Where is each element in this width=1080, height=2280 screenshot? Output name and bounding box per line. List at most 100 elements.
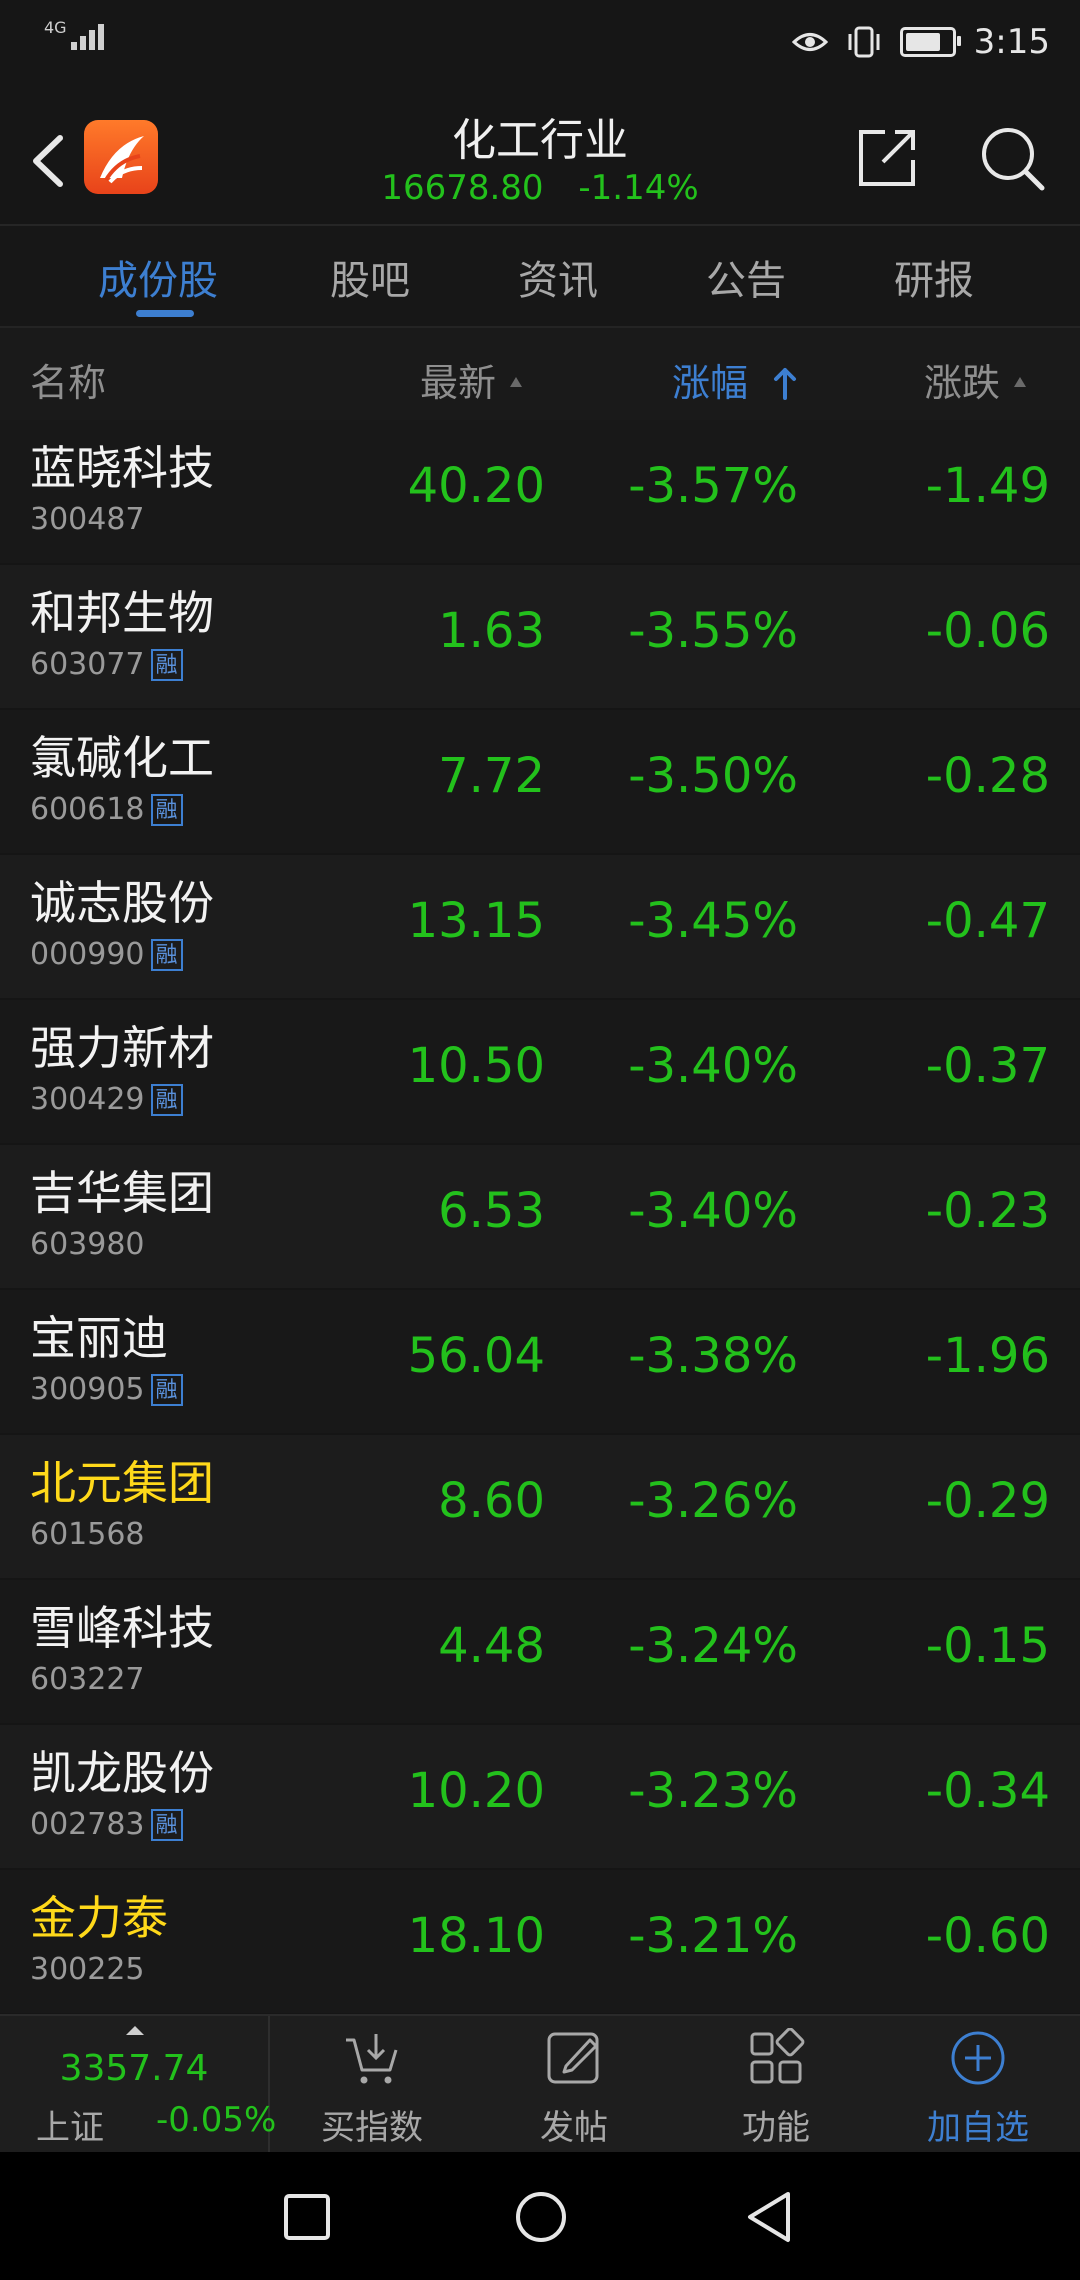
sector-index-value: 16678.80: [381, 168, 544, 208]
market-index-value: 3357.74: [59, 2048, 209, 2089]
latest-price: 18.10: [407, 1908, 545, 1964]
stock-name: 宝丽迪: [30, 1311, 168, 1365]
stock-name: 北元集团: [30, 1456, 214, 1510]
stock-code: 300487: [30, 502, 145, 537]
stock-row[interactable]: 凯龙股份 002783 融 10.20 -3.23% -0.34: [0, 1725, 1080, 1868]
stock-code: 300429: [30, 1082, 145, 1117]
network-type: 4G: [44, 18, 67, 37]
column-change-pct[interactable]: 涨幅: [672, 352, 798, 407]
home-icon[interactable]: [514, 2190, 568, 2244]
grid-icon: [750, 2028, 805, 2084]
back-triangle-icon[interactable]: [742, 2190, 796, 2244]
latest-price: 10.50: [407, 1038, 545, 1094]
nav-buy-index[interactable]: 买指数: [272, 2016, 472, 2154]
change-amount: -0.47: [925, 893, 1050, 949]
stock-row[interactable]: 北元集团 601568 8.60 -3.26% -0.29: [0, 1435, 1080, 1578]
vibrate-icon: [848, 26, 880, 58]
add-circle-icon: [951, 2031, 1005, 2085]
nav-label: 功能: [742, 2108, 810, 2148]
margin-badge: 融: [150, 1083, 183, 1116]
change-amount: -0.28: [925, 748, 1050, 804]
latest-price: 7.72: [438, 748, 545, 804]
stock-code: 300905: [30, 1372, 145, 1407]
nav-post[interactable]: 发帖: [474, 2016, 674, 2154]
change-percent: -3.45%: [628, 893, 798, 949]
share-icon[interactable]: [855, 126, 919, 190]
stock-code: 603077: [30, 647, 145, 682]
stock-code: 002783: [30, 1807, 145, 1842]
change-percent: -3.57%: [628, 458, 798, 514]
nav-add-watchlist[interactable]: 加自选: [878, 2016, 1078, 2154]
column-latest-label: 最新: [420, 361, 497, 405]
margin-badge: 融: [150, 938, 183, 971]
stock-row[interactable]: 氯碱化工 600618 融 7.72 -3.50% -0.28: [0, 710, 1080, 853]
stock-row[interactable]: 吉华集团 603980 6.53 -3.40% -0.23: [0, 1145, 1080, 1288]
stock-row[interactable]: 强力新材 300429 融 10.50 -3.40% -0.37: [0, 1000, 1080, 1143]
stock-row[interactable]: 和邦生物 603077 融 1.63 -3.55% -0.06: [0, 565, 1080, 708]
change-amount: -0.34: [925, 1763, 1050, 1819]
change-amount: -0.60: [925, 1908, 1050, 1964]
column-latest[interactable]: 最新: [420, 352, 523, 407]
market-index-change: -0.05%: [156, 2100, 277, 2140]
change-amount: -0.29: [925, 1473, 1050, 1529]
stock-row[interactable]: 蓝晓科技 300487 40.20 -3.57% -1.49: [0, 420, 1080, 563]
stock-row[interactable]: 金力泰 300225 18.10 -3.21% -0.60: [0, 1870, 1080, 2013]
latest-price: 4.48: [438, 1618, 545, 1674]
tab-forum[interactable]: 股吧: [330, 248, 410, 306]
margin-badge: 融: [150, 793, 183, 826]
signal-icon: 4G: [44, 20, 107, 54]
recent-apps-icon[interactable]: [282, 2192, 332, 2242]
tab-announcements[interactable]: 公告: [706, 248, 786, 306]
nav-functions[interactable]: 功能: [676, 2016, 876, 2154]
stock-name: 诚志股份: [30, 876, 214, 930]
change-percent: -3.24%: [628, 1618, 798, 1674]
tab-constituents[interactable]: 成份股: [98, 248, 218, 306]
top-bar: 化工行业 16678.80 -1.14%: [0, 90, 1080, 226]
stock-row[interactable]: 宝丽迪 300905 融 56.04 -3.38% -1.96: [0, 1290, 1080, 1433]
column-change[interactable]: 涨跌: [924, 352, 1027, 407]
market-index-widget[interactable]: 3357.74 上证 -0.05%: [0, 2016, 276, 2154]
change-percent: -3.21%: [628, 1908, 798, 1964]
latest-price: 10.20: [407, 1763, 545, 1819]
clock: 3:15: [973, 22, 1050, 62]
tab-research[interactable]: 研报: [894, 248, 974, 306]
change-percent: -3.38%: [628, 1328, 798, 1384]
nav-label: 加自选: [927, 2108, 1029, 2148]
stock-code: 603227: [30, 1662, 145, 1697]
latest-price: 40.20: [407, 458, 545, 514]
change-amount: -1.96: [925, 1328, 1050, 1384]
sector-index-change: -1.14%: [578, 168, 699, 208]
stock-row[interactable]: 雪峰科技 603227 4.48 -3.24% -0.15: [0, 1580, 1080, 1723]
eye-icon: [791, 33, 828, 51]
change-percent: -3.23%: [628, 1763, 798, 1819]
stock-row[interactable]: 诚志股份 000990 融 13.15 -3.45% -0.47: [0, 855, 1080, 998]
market-index-name: 上证: [36, 2108, 104, 2148]
column-change-pct-label: 涨幅: [672, 361, 749, 405]
sort-up-arrow-icon: [774, 368, 797, 400]
change-amount: -0.37: [925, 1038, 1050, 1094]
latest-price: 8.60: [438, 1473, 545, 1529]
stock-code: 600618: [30, 792, 145, 827]
stock-name: 雪峰科技: [30, 1601, 214, 1655]
stock-code: 000990: [30, 937, 145, 972]
cart-download-icon: [346, 2034, 398, 2084]
tab-news[interactable]: 资讯: [518, 248, 598, 306]
column-name: 名称: [30, 361, 107, 405]
nav-label: 发帖: [540, 2108, 608, 2148]
sort-icon: [510, 376, 523, 387]
column-header: 名称 最新 涨幅 涨跌: [0, 328, 1080, 420]
system-nav-bar: [0, 2152, 1080, 2280]
bottom-nav: 3357.74 上证 -0.05% 买指数 发帖 功能 加自选: [0, 2014, 1080, 2154]
stock-code: 300225: [30, 1952, 145, 1987]
search-icon[interactable]: [978, 124, 1046, 192]
change-percent: -3.26%: [628, 1473, 798, 1529]
battery-icon: [899, 27, 961, 57]
latest-price: 1.63: [438, 603, 545, 659]
stock-name: 凯龙股份: [30, 1746, 214, 1800]
active-tab-indicator: [136, 310, 194, 317]
stock-name: 蓝晓科技: [30, 441, 214, 495]
tab-bar: 成份股 股吧 资讯 公告 研报: [0, 226, 1080, 328]
latest-price: 13.15: [407, 893, 545, 949]
change-percent: -3.40%: [628, 1038, 798, 1094]
stock-code: 603980: [30, 1227, 145, 1262]
